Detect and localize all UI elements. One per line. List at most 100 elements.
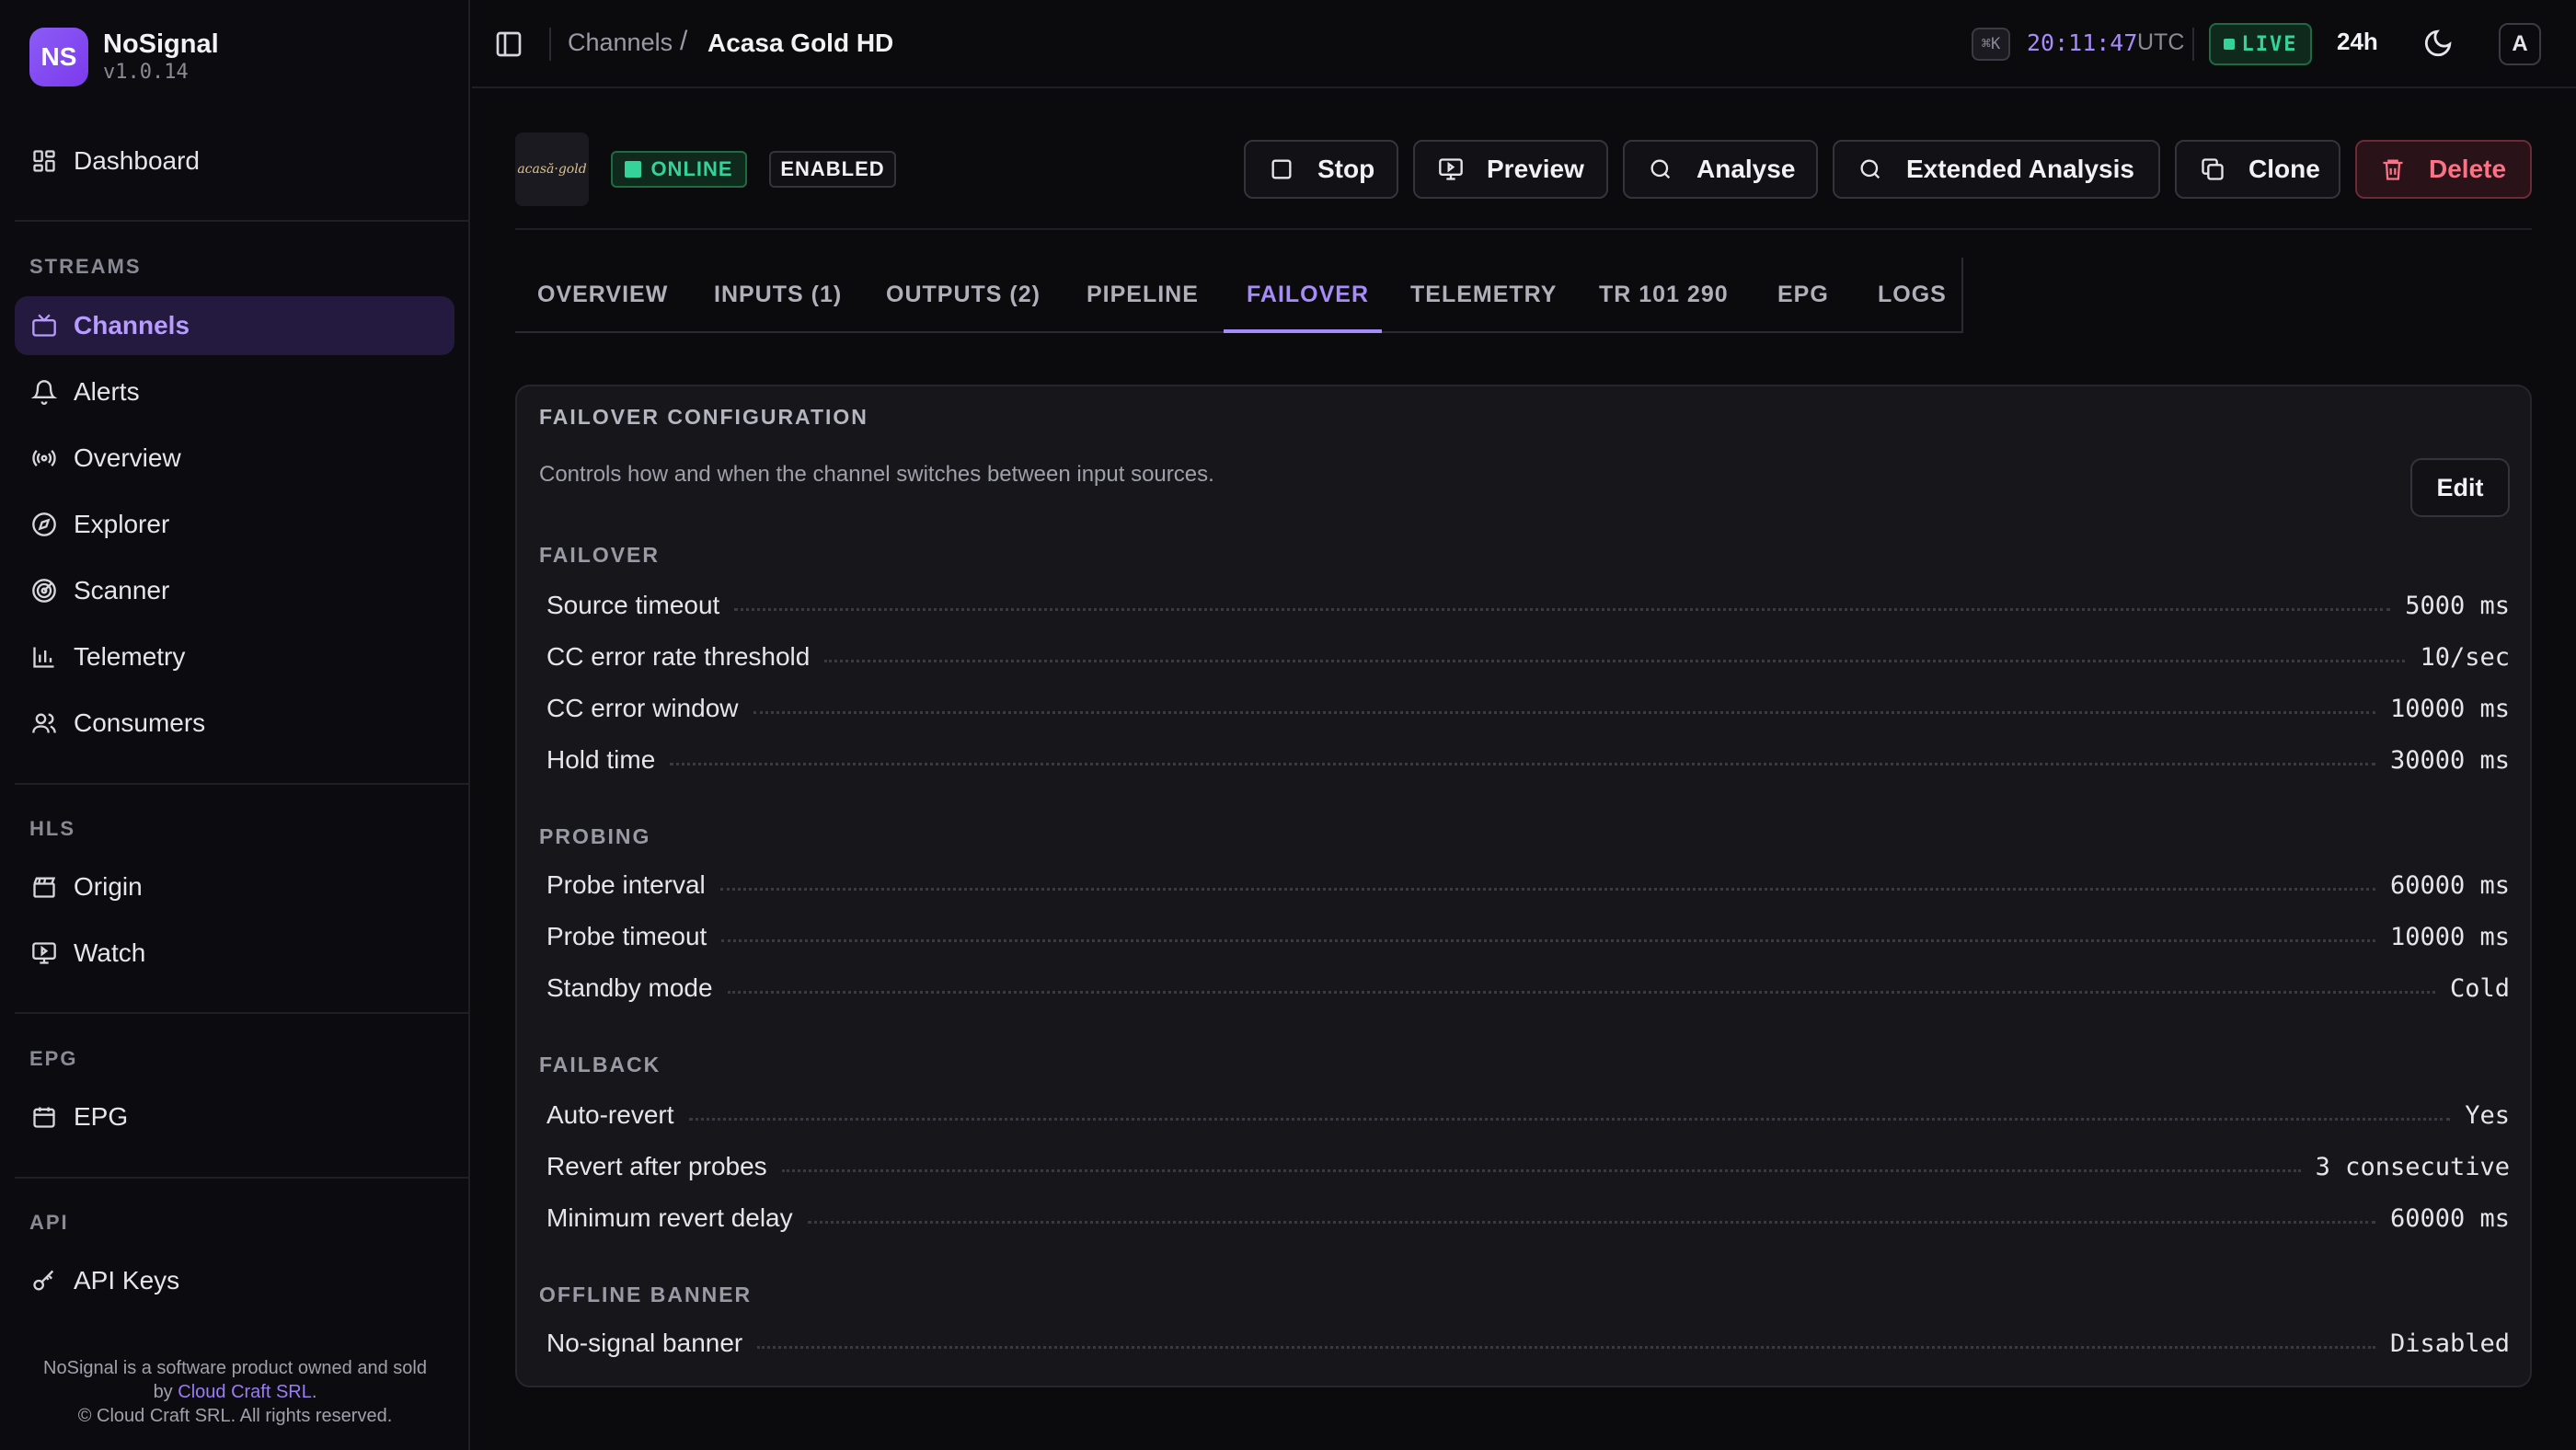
sidebar-toggle-icon[interactable] — [494, 29, 523, 59]
copy-icon — [2199, 155, 2226, 183]
bell-icon — [29, 377, 59, 407]
sidebar-item-label: API Keys — [74, 1266, 180, 1295]
clock: 20:11:47 — [2027, 29, 2138, 56]
search-icon — [1857, 155, 1884, 183]
sidebar-item-label: Watch — [74, 938, 146, 967]
sidebar-item-epg[interactable]: EPG — [15, 1088, 454, 1146]
command-shortcut[interactable]: ⌘K — [1972, 28, 2010, 61]
config-row: Probe interval 60000 ms — [546, 870, 2510, 900]
tab-overview[interactable]: OVERVIEW — [537, 282, 668, 308]
channel-logo: acasă·gold — [515, 132, 589, 206]
config-row: Probe timeout 10000 ms — [546, 922, 2510, 951]
sidebar-item-origin[interactable]: Origin — [15, 857, 454, 916]
sidebar-item-api-keys[interactable]: API Keys — [15, 1251, 454, 1310]
section-title: OFFLINE BANNER — [539, 1283, 753, 1306]
stop-button[interactable]: Stop — [1244, 140, 1398, 199]
tab-failover[interactable]: FAILOVER — [1247, 282, 1369, 308]
timezone: UTC — [2137, 29, 2185, 55]
trash-icon — [2379, 155, 2407, 183]
monitor-play-icon — [1437, 155, 1465, 183]
sidebar-item-label: Consumers — [74, 708, 206, 737]
sidebar-item-label: Origin — [74, 872, 143, 901]
tab-tr-101-290[interactable]: TR 101 290 — [1599, 282, 1729, 308]
key-icon — [29, 1266, 59, 1295]
section-epg: EPG — [29, 1047, 78, 1070]
sidebar-item-label: Dashboard — [74, 146, 200, 175]
tab-telemetry[interactable]: TELEMETRY — [1410, 282, 1557, 308]
sidebar-footer: NoSignal is a software product owned and… — [0, 1356, 470, 1428]
clone-button[interactable]: Clone — [2175, 140, 2340, 199]
status-badge: ONLINE — [611, 151, 747, 188]
sidebar-item-watch[interactable]: Watch — [15, 924, 454, 983]
tab-pipeline[interactable]: PIPELINE — [1087, 282, 1199, 308]
sidebar-item-label: Channels — [74, 311, 190, 339]
sidebar-item-label: Alerts — [74, 377, 140, 406]
breadcrumb-channels[interactable]: Channels — [568, 29, 673, 57]
tab-epg[interactable]: EPG — [1777, 282, 1829, 308]
sidebar-item-alerts[interactable]: Alerts — [15, 362, 454, 421]
config-row: Standby mode Cold — [546, 973, 2510, 1003]
divider — [15, 1177, 470, 1179]
divider — [549, 28, 551, 61]
enabled-badge: ENABLED — [769, 151, 896, 188]
config-row: CC error window 10000 ms — [546, 694, 2510, 723]
live-dot-icon — [2223, 39, 2235, 50]
broadcast-icon — [29, 443, 59, 473]
preview-button[interactable]: Preview — [1413, 140, 1608, 199]
card-title: FAILOVER CONFIGURATION — [539, 405, 868, 429]
footer-line: by Cloud Craft SRL. — [153, 1382, 317, 1402]
section-api: API — [29, 1211, 69, 1234]
sidebar-item-label: Overview — [74, 443, 181, 472]
config-row: Hold time 30000 ms — [546, 745, 2510, 775]
delete-button[interactable]: Delete — [2355, 140, 2532, 199]
time-range[interactable]: 24h — [2337, 28, 2378, 56]
extended-analysis-button[interactable]: Extended Analysis — [1833, 140, 2160, 199]
tab-outputs[interactable]: OUTPUTS (2) — [886, 282, 1041, 308]
sidebar-item-scanner[interactable]: Scanner — [15, 561, 454, 620]
sidebar-item-dashboard[interactable]: Dashboard — [15, 132, 454, 190]
app-version: v1.0.14 — [103, 61, 189, 84]
company-link[interactable]: Cloud Craft SRL — [178, 1382, 312, 1402]
topbar: Channels / Acasa Gold HD ⌘K 20:11:47 UTC… — [472, 0, 2576, 88]
failover-config-card: FAILOVER CONFIGURATION Controls how and … — [515, 385, 2532, 1387]
avatar[interactable]: A — [2499, 23, 2541, 65]
clapperboard-icon — [29, 872, 59, 902]
app-name: NoSignal — [103, 29, 219, 59]
app-logo: NS — [29, 28, 88, 86]
tab-bar: OVERVIEW INPUTS (1) OUTPUTS (2) PIPELINE… — [515, 258, 1963, 333]
live-badge[interactable]: LIVE — [2209, 23, 2312, 65]
moon-icon[interactable] — [2422, 28, 2455, 61]
sidebar-item-overview[interactable]: Overview — [15, 429, 454, 488]
sidebar-item-label: Scanner — [74, 576, 170, 604]
status-dot-icon — [625, 161, 642, 178]
analyse-button[interactable]: Analyse — [1623, 140, 1818, 199]
compass-icon — [29, 510, 59, 539]
bar-chart-icon — [29, 642, 59, 672]
edit-button[interactable]: Edit — [2410, 458, 2510, 517]
config-row: Revert after probes 3 consecutive — [546, 1152, 2510, 1181]
calendar-icon — [29, 1102, 59, 1132]
sidebar-item-telemetry[interactable]: Telemetry — [15, 627, 454, 686]
config-row: Source timeout 5000 ms — [546, 591, 2510, 620]
card-description: Controls how and when the channel switch… — [539, 462, 1214, 487]
sidebar-item-channels[interactable]: Channels — [15, 296, 454, 355]
config-row: Auto-revert Yes — [546, 1100, 2510, 1130]
section-hls: HLS — [29, 817, 75, 840]
sidebar-item-label: Telemetry — [74, 642, 186, 671]
config-row: No-signal banner Disabled — [546, 1329, 2510, 1358]
breadcrumb-current: Acasa Gold HD — [707, 29, 894, 57]
section-streams: STREAMS — [29, 255, 142, 278]
dashboard-icon — [29, 146, 59, 176]
divider — [15, 783, 470, 785]
section-title: FAILOVER — [539, 543, 661, 567]
tab-logs[interactable]: LOGS — [1878, 282, 1947, 308]
tab-inputs[interactable]: INPUTS (1) — [714, 282, 842, 308]
active-tab-indicator — [1224, 329, 1382, 333]
tv-icon — [29, 311, 59, 340]
sidebar-item-consumers[interactable]: Consumers — [15, 694, 454, 753]
stop-icon — [1268, 155, 1295, 183]
divider — [15, 1012, 470, 1014]
sidebar-item-label: Explorer — [74, 510, 170, 538]
sidebar-item-explorer[interactable]: Explorer — [15, 495, 454, 554]
brand[interactable]: NS NoSignal v1.0.14 — [29, 28, 219, 86]
